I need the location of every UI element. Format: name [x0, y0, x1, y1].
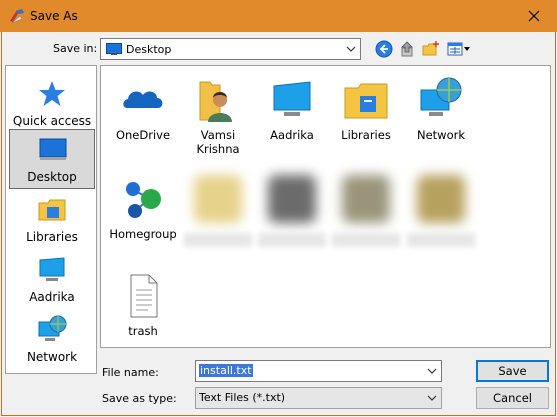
- place-quick-access[interactable]: Quick access: [9, 74, 95, 134]
- place-network[interactable]: Network: [9, 310, 95, 370]
- places-bar: Quick access Desktop Libraries Aadrika N…: [5, 65, 97, 374]
- up-folder-icon: [401, 41, 413, 57]
- blurred-label: [332, 233, 400, 247]
- file-label: Homegroup: [109, 227, 177, 241]
- up-folder-button[interactable]: [397, 38, 419, 60]
- blurred-item[interactable]: [329, 175, 403, 255]
- homegroup-icon: [126, 182, 161, 218]
- file-item-homegroup[interactable]: Homegroup: [106, 175, 180, 241]
- back-button[interactable]: [373, 38, 395, 60]
- view-menu-button[interactable]: [446, 38, 472, 60]
- place-label: Libraries: [26, 230, 78, 244]
- desktop-icon: [39, 138, 67, 160]
- save-in-label: Save in:: [53, 42, 98, 55]
- blurred-label: [407, 233, 475, 247]
- file-item-libraries[interactable]: Libraries: [329, 76, 403, 142]
- save-in-dropdown[interactable]: Desktop: [100, 38, 361, 60]
- app-icon: [10, 9, 24, 24]
- save-as-type-dropdown[interactable]: Text Files (*.txt): [195, 387, 442, 409]
- libraries-icon: [344, 83, 388, 119]
- place-label: Network: [26, 350, 78, 364]
- new-folder-icon: [422, 41, 439, 56]
- place-aadrika[interactable]: Aadrika: [9, 250, 95, 310]
- new-folder-button[interactable]: [420, 38, 442, 60]
- user-folder-icon: [199, 81, 232, 122]
- chevron-down-icon[interactable]: [427, 367, 437, 375]
- network-icon: [38, 315, 67, 341]
- file-item-onedrive[interactable]: OneDrive: [106, 76, 180, 142]
- file-label: OneDrive: [115, 128, 171, 142]
- save-as-type-value: Text Files (*.txt): [199, 391, 286, 404]
- file-label: Network: [416, 128, 466, 142]
- blurred-thumbnail: [268, 175, 316, 223]
- desktop-icon: [106, 43, 122, 55]
- file-item-network[interactable]: Network: [404, 76, 478, 142]
- place-label: Quick access: [12, 114, 92, 128]
- file-list-view[interactable]: OneDrive Vamsi Krishna Aadrika Libraries: [100, 65, 551, 348]
- place-label: Desktop: [27, 170, 77, 184]
- place-desktop[interactable]: Desktop: [9, 129, 95, 189]
- view-grid-icon: [447, 42, 470, 56]
- save-button[interactable]: Save: [476, 360, 549, 382]
- file-name-input[interactable]: install.txt: [195, 360, 442, 382]
- file-label: trash: [128, 324, 158, 338]
- file-label: Libraries: [341, 128, 391, 142]
- file-name-label: File name:: [102, 366, 159, 379]
- file-item-vamsi-krishna[interactable]: Vamsi Krishna: [181, 76, 255, 156]
- quick-access-icon: [39, 81, 65, 106]
- file-label: Aadrika: [270, 128, 314, 142]
- blurred-item[interactable]: [255, 175, 329, 255]
- place-libraries[interactable]: Libraries: [9, 190, 95, 250]
- blurred-item[interactable]: [404, 175, 478, 255]
- chevron-down-icon: [346, 46, 356, 52]
- blurred-thumbnail: [194, 175, 242, 223]
- onedrive-icon: [123, 91, 163, 108]
- cancel-button[interactable]: Cancel: [476, 387, 549, 409]
- title-bar[interactable]: Save As: [0, 0, 557, 32]
- file-item-aadrika[interactable]: Aadrika: [255, 76, 329, 142]
- blurred-item[interactable]: [181, 175, 255, 255]
- blurred-label: [184, 233, 252, 247]
- blurred-label: [258, 233, 326, 247]
- computer-icon: [273, 81, 311, 116]
- libraries-icon: [38, 199, 66, 221]
- save-as-type-label: Save as type:: [102, 392, 177, 405]
- network-icon: [420, 77, 462, 116]
- window-title: Save As: [30, 9, 78, 23]
- file-label: Vamsi Krishna: [196, 128, 240, 156]
- blurred-thumbnail: [342, 175, 390, 223]
- file-item-trash[interactable]: trash: [106, 272, 180, 338]
- save-in-value: Desktop: [126, 43, 172, 56]
- close-button[interactable]: [515, 3, 553, 29]
- text-file-icon: [130, 274, 158, 318]
- chevron-down-icon: [427, 395, 437, 401]
- place-label: Aadrika: [29, 290, 75, 304]
- file-name-value: install.txt: [199, 364, 253, 377]
- close-icon: [528, 10, 540, 22]
- back-arrow-icon: [375, 40, 393, 58]
- blurred-thumbnail: [417, 175, 465, 223]
- computer-icon: [39, 257, 65, 281]
